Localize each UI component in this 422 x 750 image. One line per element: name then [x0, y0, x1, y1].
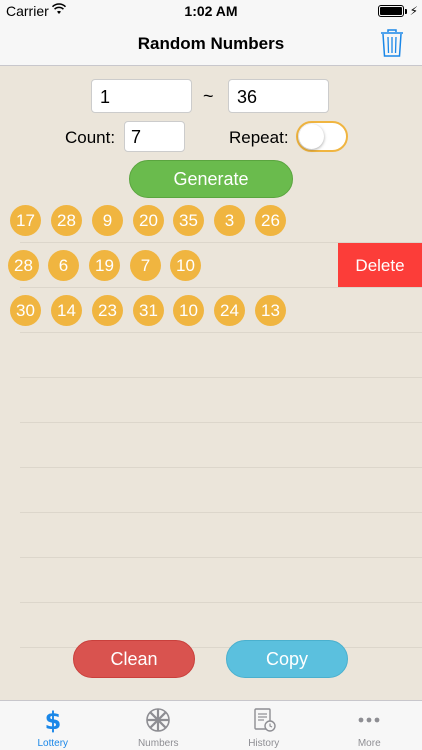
number-ball: 28: [8, 250, 39, 281]
svg-text:$: $: [44, 707, 61, 733]
battery-tip: [405, 9, 407, 14]
number-ball: 24: [214, 295, 245, 326]
empty-row: [0, 378, 422, 423]
nav-bar: Random Numbers: [0, 22, 422, 66]
empty-row: [0, 513, 422, 558]
clean-button[interactable]: Clean: [73, 640, 195, 678]
number-ball: 9: [92, 205, 123, 236]
max-input[interactable]: 36: [228, 79, 329, 113]
tab-numbers[interactable]: Numbers: [106, 701, 212, 750]
repeat-toggle[interactable]: [296, 121, 348, 152]
status-bar: Carrier 1:02 AM ⚡: [0, 0, 422, 22]
range-separator: ~: [203, 86, 214, 106]
count-input[interactable]: 7: [124, 121, 185, 152]
number-ball: 26: [255, 205, 286, 236]
number-ball: 10: [173, 295, 204, 326]
empty-row: [0, 423, 422, 468]
results-list: 17 28 9 20 35 3 26 28 6 19 7 10 Delete 3…: [0, 198, 422, 648]
charging-icon: ⚡: [409, 4, 418, 18]
min-input[interactable]: 1: [91, 79, 192, 113]
result-row[interactable]: 17 28 9 20 35 3 26: [0, 198, 422, 243]
number-ball: 31: [133, 295, 164, 326]
more-icon: [358, 717, 380, 723]
number-ball: 6: [48, 250, 79, 281]
tab-label: Lottery: [37, 738, 69, 749]
number-ball: 10: [170, 250, 201, 281]
number-ball: 30: [10, 295, 41, 326]
number-ball: 13: [255, 295, 286, 326]
tab-more[interactable]: More: [317, 701, 422, 750]
number-ball: 20: [133, 205, 164, 236]
tab-label: History: [248, 738, 280, 749]
page-title: Random Numbers: [137, 34, 285, 53]
tab-history[interactable]: History: [211, 701, 317, 750]
empty-row: [0, 333, 422, 378]
tab-label: Numbers: [137, 738, 179, 749]
delete-button[interactable]: Delete: [338, 243, 422, 288]
wheel-icon: [146, 708, 171, 732]
tab-bar: $ Lottery Numbers History More: [0, 700, 422, 750]
result-row[interactable]: 28 6 19 7 10 Delete: [0, 243, 422, 288]
count-label: Count:: [65, 128, 116, 147]
number-ball: 7: [130, 250, 161, 281]
number-ball: 19: [89, 250, 120, 281]
number-ball: 23: [92, 295, 123, 326]
battery-icon: [378, 5, 404, 17]
dollar-icon: $: [44, 707, 61, 733]
clock: 1:02 AM: [184, 3, 238, 19]
result-row[interactable]: 30 14 23 31 10 24 13: [0, 288, 422, 333]
empty-row: [0, 558, 422, 603]
trash-icon[interactable]: [380, 29, 404, 57]
number-ball: 35: [173, 205, 204, 236]
empty-row: [0, 603, 422, 648]
history-icon: [254, 708, 276, 732]
number-ball: 14: [51, 295, 82, 326]
number-ball: 28: [51, 205, 82, 236]
repeat-label: Repeat:: [229, 128, 289, 147]
number-ball: 17: [10, 205, 41, 236]
tab-lottery[interactable]: $ Lottery: [0, 701, 106, 750]
toggle-knob: [299, 124, 324, 149]
copy-button[interactable]: Copy: [226, 640, 348, 678]
empty-row: [0, 468, 422, 513]
generate-button[interactable]: Generate: [129, 160, 293, 198]
number-ball: 3: [214, 205, 245, 236]
tab-label: More: [357, 738, 381, 749]
